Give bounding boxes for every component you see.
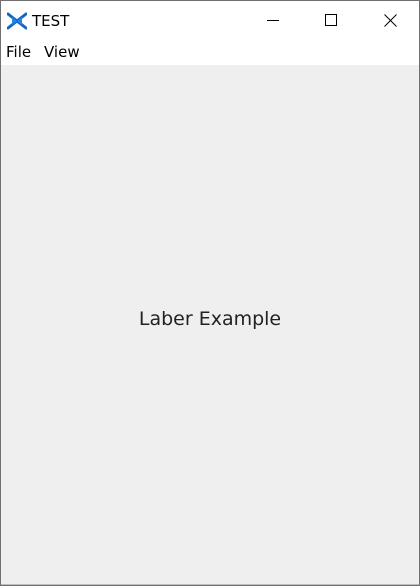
window-bottom-border bbox=[1, 584, 419, 585]
app-window: TEST File View Laber Example bbox=[0, 0, 420, 586]
maximize-button[interactable] bbox=[308, 1, 354, 39]
close-icon bbox=[384, 14, 397, 27]
menu-view[interactable]: View bbox=[44, 43, 80, 61]
title-bar[interactable]: TEST bbox=[1, 1, 419, 39]
example-label: Laber Example bbox=[138, 308, 282, 330]
content-area: Laber Example bbox=[1, 65, 419, 585]
minimize-button[interactable] bbox=[250, 1, 296, 39]
window-title: TEST bbox=[32, 12, 70, 30]
app-logo-icon bbox=[6, 11, 28, 31]
close-button[interactable] bbox=[367, 1, 413, 39]
minimize-icon bbox=[267, 20, 279, 21]
maximize-icon bbox=[325, 14, 337, 26]
menu-bar: File View bbox=[1, 39, 419, 65]
menu-file[interactable]: File bbox=[6, 43, 31, 61]
